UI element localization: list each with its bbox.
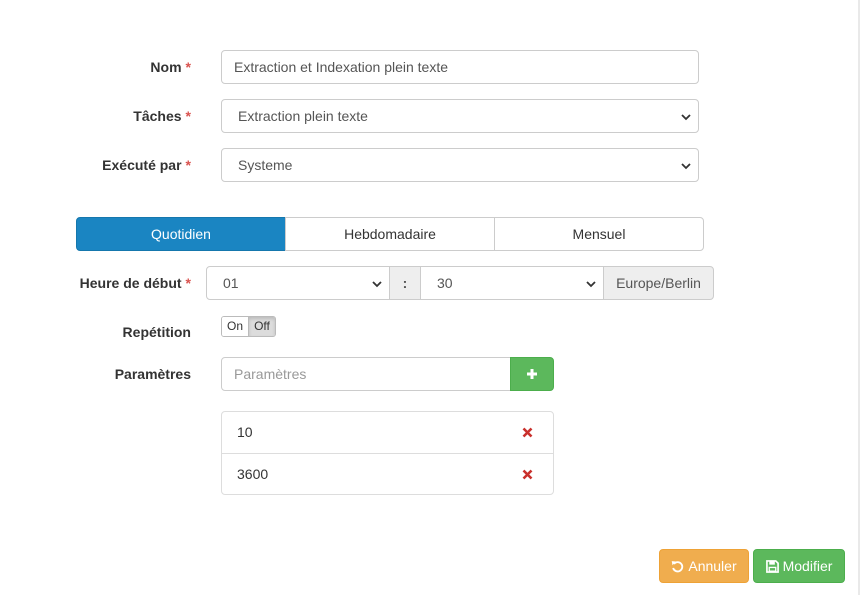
list-item: 10	[222, 412, 553, 453]
frequency-tabs: Quotidien Hebdomadaire Mensuel	[76, 217, 704, 251]
required-mark: *	[185, 59, 191, 75]
save-label: Modifier	[782, 558, 833, 574]
nom-input[interactable]: Extraction et Indexation plein texte	[221, 50, 699, 84]
required-mark: *	[185, 157, 191, 173]
parameter-value: 10	[237, 424, 253, 440]
taches-select[interactable]: Extraction plein texte	[221, 99, 699, 133]
hour-value: 01	[223, 275, 239, 291]
plus-icon	[527, 369, 537, 379]
tab-quotidien[interactable]: Quotidien	[76, 217, 286, 251]
cancel-button[interactable]: Annuler	[659, 549, 749, 583]
floppy-icon	[765, 559, 779, 573]
tab-mensuel[interactable]: Mensuel	[494, 217, 704, 251]
timezone-addon: Europe/Berlin	[603, 266, 714, 300]
toggle-off-label[interactable]: Off	[249, 317, 275, 336]
repetition-toggle[interactable]: On Off	[221, 316, 276, 337]
time-separator: :	[389, 266, 421, 300]
minute-select[interactable]: 30	[420, 266, 604, 300]
execute-par-select[interactable]: Systeme	[221, 148, 699, 182]
hour-select[interactable]: 01	[206, 266, 390, 300]
execute-par-label: Exécuté par *	[102, 157, 191, 173]
undo-icon	[672, 560, 684, 572]
parameter-value: 3600	[237, 466, 269, 482]
chevron-down-icon	[681, 163, 691, 170]
required-mark: *	[185, 108, 191, 124]
tab-hebdomadaire[interactable]: Hebdomadaire	[285, 217, 495, 251]
chevron-down-icon	[372, 281, 382, 288]
list-item: 3600	[222, 453, 553, 494]
chevron-down-icon	[681, 114, 691, 121]
remove-icon[interactable]	[522, 427, 533, 438]
repetition-label: Repétition	[122, 324, 191, 340]
cancel-label: Annuler	[688, 558, 737, 574]
parametres-label: Paramètres	[114, 366, 191, 382]
taches-value: Extraction plein texte	[238, 108, 368, 124]
toggle-on-label[interactable]: On	[222, 317, 249, 336]
taches-label: Tâches *	[133, 108, 191, 124]
required-mark: *	[185, 275, 191, 291]
save-button[interactable]: Modifier	[753, 549, 845, 583]
chevron-down-icon	[586, 281, 596, 288]
add-parameter-button[interactable]	[510, 357, 554, 391]
parametres-input[interactable]: Paramètres	[221, 357, 511, 391]
heure-debut-label: Heure de début *	[79, 275, 191, 291]
remove-icon[interactable]	[522, 469, 533, 480]
parameter-list: 10 3600	[221, 411, 554, 495]
minute-value: 30	[437, 275, 453, 291]
nom-label: Nom *	[150, 59, 191, 75]
execute-par-value: Systeme	[238, 157, 293, 173]
